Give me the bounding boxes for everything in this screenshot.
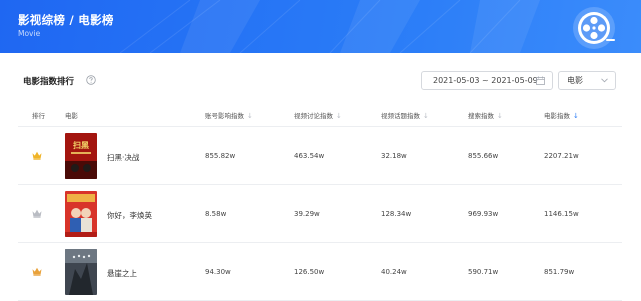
- column-header-video-discussion[interactable]: 视频讨论指数 ↓: [294, 110, 342, 120]
- video-topic-value: 32.18w: [381, 152, 407, 160]
- search-value: 590.71w: [468, 268, 499, 276]
- calendar-icon: [536, 76, 545, 85]
- account-influence-value: 855.82w: [205, 152, 236, 160]
- poster-text: 扫黑: [73, 140, 89, 150]
- movie-title[interactable]: 你好，李焕英: [107, 210, 152, 221]
- page-subtitle: Movie: [18, 29, 41, 38]
- table-row[interactable]: 扫黑 扫黑·决战 855.82w 463.54w 32.18w 855.66w …: [18, 127, 622, 185]
- crown-silver-icon: [32, 209, 42, 218]
- chevron-down-icon: [601, 78, 608, 83]
- table-header: 排行 电影 账号影响指数 ↓ 视频讨论指数 ↓ 视频话题指数 ↓ 搜索指数 ↓ 电影指数…: [18, 102, 622, 127]
- account-influence-value: 94.30w: [205, 268, 231, 276]
- sort-arrow-icon[interactable]: ↓: [336, 112, 342, 120]
- video-discussion-value: 39.29w: [294, 210, 320, 218]
- section-title: 电影指数排行: [23, 77, 75, 87]
- movie-title[interactable]: 悬崖之上: [107, 268, 137, 279]
- movie-poster[interactable]: [65, 249, 97, 295]
- category-select[interactable]: 电影: [558, 71, 616, 90]
- column-header-video-topic-label: 视频话题指数: [381, 112, 420, 120]
- film-reel-icon: [573, 7, 615, 49]
- column-header-movie-index-label: 电影指数: [544, 112, 570, 120]
- crown-bronze-icon: [32, 267, 42, 276]
- table-row[interactable]: 你好，李焕英 8.58w 39.29w 128.34w 969.93w 1146…: [18, 185, 622, 243]
- movie-poster[interactable]: [65, 191, 97, 237]
- sort-arrow-icon[interactable]: ↓: [497, 112, 503, 120]
- movie-title[interactable]: 扫黑·决战: [107, 152, 139, 163]
- sort-arrow-icon[interactable]: ↓: [247, 112, 253, 120]
- column-header-movie-index[interactable]: 电影指数 ↓: [544, 110, 579, 120]
- sort-arrow-icon[interactable]: ↓: [423, 112, 429, 120]
- page-header: 影视综榜 / 电影榜 Movie: [0, 0, 641, 53]
- video-topic-value: 128.34w: [381, 210, 412, 218]
- column-header-search[interactable]: 搜索指数 ↓: [468, 110, 503, 120]
- date-range-picker[interactable]: 2021-05-03 ~ 2021-05-09: [421, 71, 553, 90]
- video-topic-value: 40.24w: [381, 268, 407, 276]
- movie-poster[interactable]: 扫黑: [65, 133, 97, 179]
- column-header-movie: 电影: [65, 112, 78, 120]
- movie-index-value: 851.79w: [544, 268, 575, 276]
- video-discussion-value: 126.50w: [294, 268, 325, 276]
- category-select-value: 电影: [567, 76, 583, 85]
- sort-arrow-icon[interactable]: ↓: [573, 112, 579, 120]
- page-title: 影视综榜 / 电影榜: [18, 13, 114, 27]
- movie-index-value: 2207.21w: [544, 152, 579, 160]
- search-value: 855.66w: [468, 152, 499, 160]
- column-header-account-influence-label: 账号影响指数: [205, 112, 244, 120]
- account-influence-value: 8.58w: [205, 210, 227, 218]
- column-header-search-label: 搜索指数: [468, 112, 494, 120]
- date-range-value: 2021-05-03 ~ 2021-05-09: [433, 76, 538, 85]
- video-discussion-value: 463.54w: [294, 152, 325, 160]
- column-header-video-topic[interactable]: 视频话题指数 ↓: [381, 110, 429, 120]
- column-header-account-influence[interactable]: 账号影响指数 ↓: [205, 110, 253, 120]
- search-value: 969.93w: [468, 210, 499, 218]
- movie-index-value: 1146.15w: [544, 210, 579, 218]
- crown-gold-icon: [32, 151, 42, 160]
- column-header-video-discussion-label: 视频讨论指数: [294, 112, 333, 120]
- help-icon[interactable]: [86, 75, 96, 85]
- column-header-rank: 排行: [32, 112, 45, 120]
- table-row[interactable]: 悬崖之上 94.30w 126.50w 40.24w 590.71w 851.7…: [18, 243, 622, 301]
